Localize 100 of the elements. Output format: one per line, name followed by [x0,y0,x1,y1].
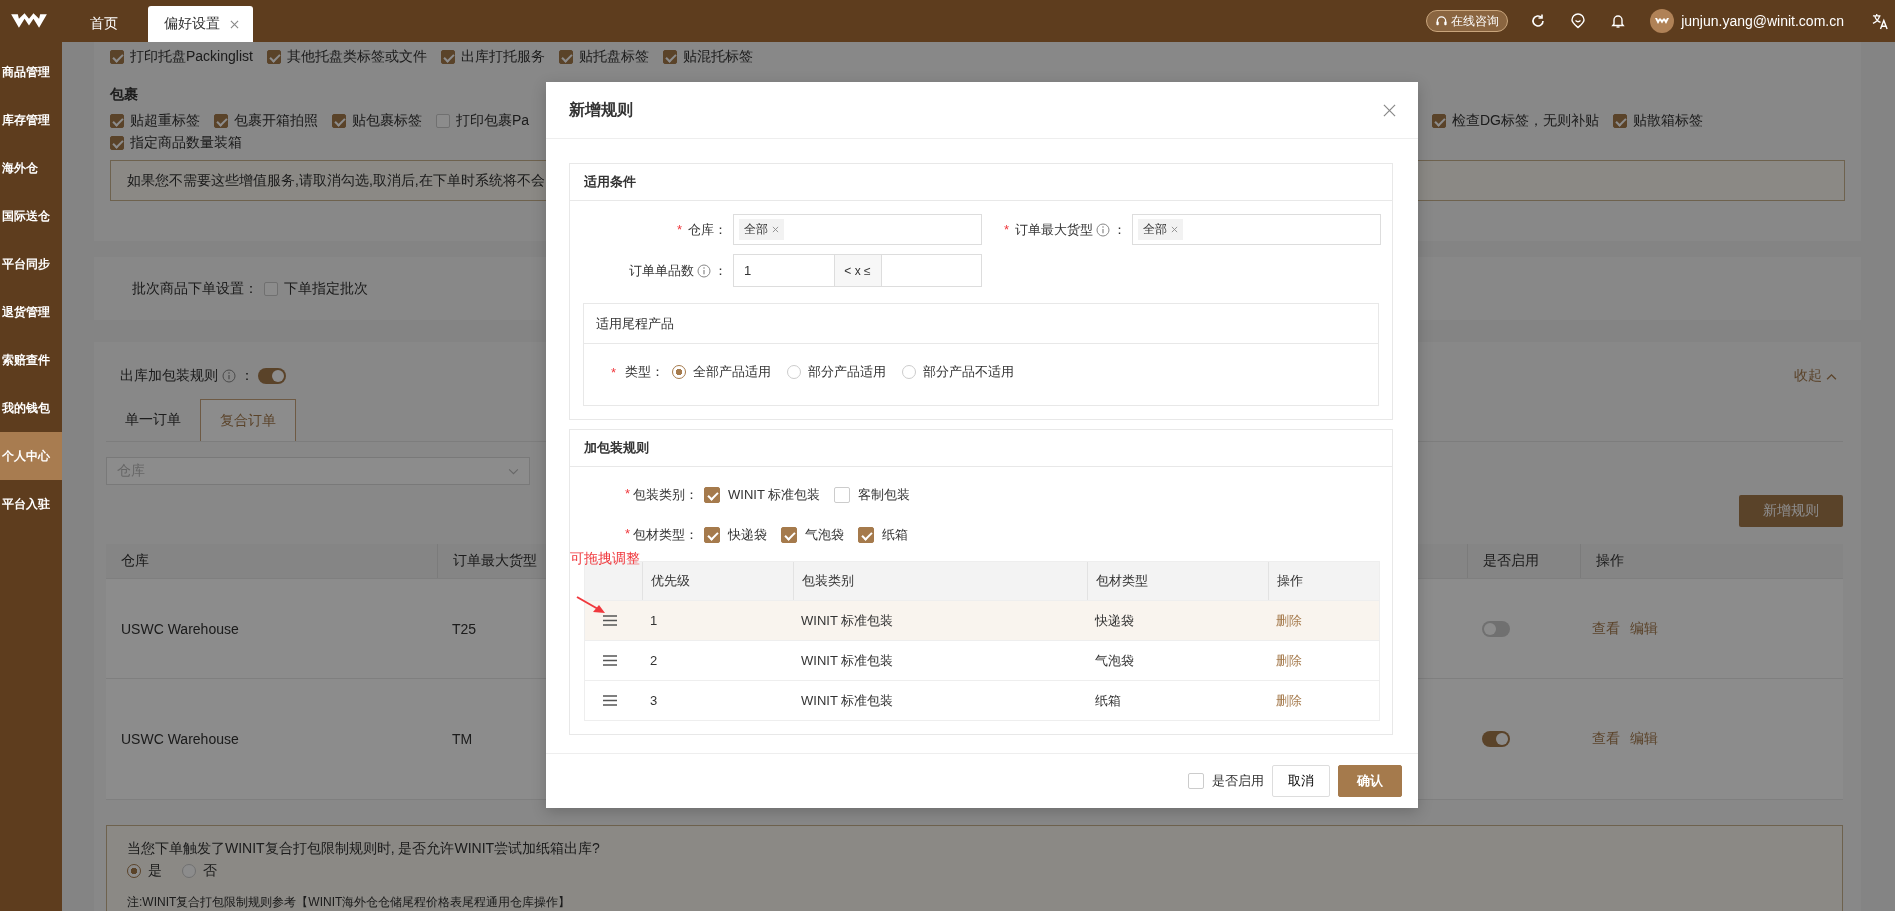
annotation-text: 可拖拽调整 [570,550,640,568]
close-icon[interactable] [1171,226,1178,233]
delete-link[interactable]: 删除 [1276,651,1302,670]
sidebar-item[interactable]: 退货管理 [0,288,62,336]
user-email[interactable]: junjun.yang@winit.com.cn [1681,13,1844,29]
radio-button[interactable] [182,864,196,878]
sidebar-item[interactable]: 商品管理 [0,48,62,96]
sidebar-item[interactable]: 平台入驻 [0,480,62,528]
table-cell-text: WINIT 标准包装 [800,611,895,630]
radio-label: 否 [203,862,217,880]
bell-icon[interactable] [1610,13,1627,29]
chevron-up-icon[interactable] [1826,372,1837,380]
tag-select[interactable]: 全部 [1132,214,1381,245]
checkbox[interactable] [1432,114,1446,128]
checkbox-label: 快递袋 [728,526,767,544]
checkbox-label: 包裹开箱拍照 [234,112,318,130]
tag-select[interactable]: 全部 [733,214,982,245]
tag: 全部 [1138,219,1183,240]
column-header: 是否启用 [1483,552,1539,570]
toggle-switch[interactable] [258,368,286,384]
checkbox[interactable] [834,487,851,503]
drag-handle-icon[interactable] [603,655,617,666]
field-label: 包材类型： [633,526,698,544]
cancel-button[interactable]: 取消 [1272,765,1330,797]
table-cell-text: 气泡袋 [1094,651,1135,670]
checkbox[interactable] [110,114,124,128]
table-row[interactable]: 2 WINIT 标准包装 气泡袋 删除 [585,641,1379,681]
checkbox[interactable] [110,136,124,150]
notice-text: 如果您不需要这些增值服务,请取消勾选,取消后,在下单时系统将不会 [127,171,545,190]
radio-button[interactable] [672,365,687,379]
sidebar-item[interactable]: 库存管理 [0,96,62,144]
page-tab[interactable]: 偏好设置 [148,6,253,42]
annotation-arrow [576,596,606,614]
checkbox[interactable] [858,527,874,543]
field-label: 包装类别： [633,486,698,504]
checkbox[interactable] [1613,114,1627,128]
checkbox[interactable] [558,50,573,64]
drag-handle-icon[interactable] [603,615,617,626]
checkbox[interactable] [266,50,281,64]
toggle-switch[interactable] [1482,731,1510,747]
colon: ： [240,367,254,385]
column-header: 包材类型 [1087,562,1268,600]
translate-icon[interactable] [1872,12,1889,30]
colon: ： [714,261,727,280]
checkbox[interactable] [1188,773,1204,789]
radio-label: 部分产品不适用 [923,363,1015,381]
table-row[interactable]: 1 WINIT 标准包装 快递袋 删除 [585,601,1379,641]
smile-icon[interactable] [1570,13,1587,29]
table-cell: USWC Warehouse [121,731,239,747]
required-mark: * [676,222,682,237]
info-icon [222,369,236,383]
confirm-button[interactable]: 确认 [1338,765,1402,797]
section-title: 包裹 [110,86,139,104]
sidebar-item[interactable]: 平台同步 [0,240,62,288]
table-cell-text: WINIT 标准包装 [800,691,895,710]
sidebar-item[interactable]: 个人中心 [0,432,62,480]
avatar-icon[interactable] [1650,9,1675,33]
info-icon [1096,222,1110,237]
radio-button[interactable] [787,365,802,379]
table-cell-text: 1 [649,612,659,630]
tab[interactable]: 单一订单 [106,399,200,441]
toggle-switch[interactable] [1482,620,1510,637]
checkbox-label: 出库打托服务 [460,48,545,66]
question-text: 当您下单触发了WINIT复合打包限制规则时, 是否允许WINIT尝试加纸箱出库? [127,840,601,858]
checkbox[interactable] [332,114,346,128]
table-row[interactable]: 3 WINIT 标准包装 纸箱 删除 [585,681,1379,720]
checkbox[interactable] [781,527,797,543]
delete-link[interactable]: 删除 [1276,611,1302,630]
column-header: 操作 [1596,552,1624,570]
checkbox-label: 纸箱 [882,526,908,544]
checkbox[interactable] [436,114,450,128]
setting-label: 出库加包装规则 [120,367,218,385]
drag-handle-icon[interactable] [603,695,617,706]
checkbox-label: 检查DG标签，无则补贴 [1452,112,1599,130]
checkbox[interactable] [110,50,124,64]
checkbox[interactable] [704,487,720,503]
sidebar-item[interactable]: 海外仓 [0,144,62,192]
column-header: 优先级 [642,562,793,600]
close-icon[interactable] [772,226,779,233]
sidebar-item[interactable]: 国际送仓 [0,192,62,240]
required-mark: * [1003,222,1009,237]
checkbox[interactable] [264,281,278,296]
checkbox-label: 贴混托标签 [682,48,753,66]
checkbox[interactable] [662,50,677,64]
close-icon[interactable] [1383,103,1396,117]
close-icon[interactable] [230,19,239,29]
page-tab[interactable]: 首页 [72,6,136,42]
consult-button[interactable]: 在线咨询 [1426,10,1509,32]
headset-icon [1435,14,1449,28]
checkbox[interactable] [440,50,455,64]
checkbox-label: 客制包装 [858,486,911,504]
refresh-icon[interactable] [1530,13,1547,29]
sidebar-item[interactable]: 索赔查件 [0,336,62,384]
radio-button[interactable] [902,365,917,379]
checkbox[interactable] [704,527,720,543]
sidebar-item[interactable]: 我的钱包 [0,384,62,432]
checkbox[interactable] [214,114,228,128]
radio-button[interactable] [127,864,141,878]
checkbox-label: 贴托盘标签 [578,48,649,66]
delete-link[interactable]: 删除 [1276,691,1302,710]
